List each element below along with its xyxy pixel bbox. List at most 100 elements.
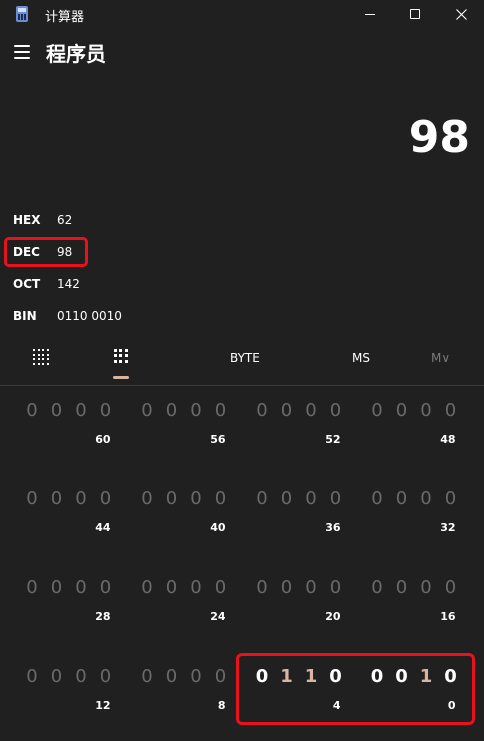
bit-toggle[interactable]: 0: [304, 577, 318, 598]
bit-position-label: 20: [325, 610, 341, 623]
bit-toggle[interactable]: 0: [280, 577, 294, 598]
bit-toggle[interactable]: 0: [189, 666, 203, 687]
bit-toggle[interactable]: 0: [395, 577, 409, 598]
dec-highlight-box: [4, 237, 88, 267]
hamburger-menu-icon: [14, 45, 30, 47]
maximize-icon: [410, 9, 420, 19]
divider: [0, 385, 484, 386]
bit-toggle[interactable]: 0: [419, 577, 433, 598]
close-button[interactable]: [438, 0, 484, 28]
bit-toggle[interactable]: 0: [395, 400, 409, 421]
bit-toggle[interactable]: 0: [280, 400, 294, 421]
bit-toggle[interactable]: 0: [165, 488, 179, 509]
bit-toggle[interactable]: 0: [140, 488, 154, 509]
bit-toggle[interactable]: 0: [304, 400, 318, 421]
bit-toggle[interactable]: 0: [419, 488, 433, 509]
bit-toggle[interactable]: 0: [329, 400, 343, 421]
bit-position-label: 44: [95, 521, 111, 534]
bit-position-label: 28: [95, 610, 111, 623]
bit-position-label: 36: [325, 521, 341, 534]
mode-title: 程序员: [46, 42, 106, 66]
maximize-button[interactable]: [392, 0, 438, 28]
bit-position-label: 48: [440, 433, 456, 446]
bit-toggle[interactable]: 0: [74, 577, 88, 598]
bit-toggle[interactable]: 0: [214, 666, 228, 687]
bit-toggle[interactable]: 0: [214, 488, 228, 509]
bit-toggle[interactable]: 0: [50, 666, 64, 687]
bit-toggle[interactable]: 0: [165, 666, 179, 687]
memory-menu-button[interactable]: M∨: [431, 351, 450, 365]
bit-toggle[interactable]: 0: [50, 488, 64, 509]
result-display: 98: [408, 112, 470, 163]
radix-value: 142: [57, 277, 80, 291]
app-title: 计算器: [45, 10, 85, 25]
word-size-button[interactable]: BYTE: [230, 351, 260, 365]
bit-toggle[interactable]: 0: [140, 400, 154, 421]
low-byte-highlight-box: [236, 653, 475, 725]
bit-toggle[interactable]: 0: [25, 577, 39, 598]
bit-toggle[interactable]: 0: [140, 666, 154, 687]
radix-row-oct[interactable]: OCT 142: [0, 269, 300, 301]
bit-toggle[interactable]: 0: [255, 577, 269, 598]
bit-position-label: 12: [95, 699, 111, 712]
bit-toggle[interactable]: 0: [444, 488, 458, 509]
bit-toggle[interactable]: 0: [74, 400, 88, 421]
radix-row-hex[interactable]: HEX 62: [0, 205, 300, 237]
hamburger-line: [14, 57, 30, 59]
radix-row-bin[interactable]: BIN 0110 0010: [0, 301, 300, 333]
bit-position-label: 8: [217, 699, 226, 712]
bit-toggling-keypad-icon[interactable]: [114, 349, 128, 363]
bit-toggle[interactable]: 0: [189, 400, 203, 421]
radix-name: HEX: [13, 213, 41, 227]
bit-toggle[interactable]: 0: [25, 400, 39, 421]
selected-tab-indicator: [113, 376, 129, 379]
close-icon: [455, 8, 467, 20]
bit-toggle[interactable]: 0: [444, 400, 458, 421]
bit-toggle[interactable]: 0: [370, 577, 384, 598]
bit-toggle[interactable]: 0: [370, 400, 384, 421]
bit-toggle[interactable]: 0: [74, 666, 88, 687]
radix-value: 0110 0010: [57, 309, 122, 323]
bit-toggle[interactable]: 0: [189, 488, 203, 509]
hamburger-menu-button[interactable]: [8, 38, 36, 66]
radix-name: BIN: [13, 309, 37, 323]
bit-toggle[interactable]: 0: [25, 488, 39, 509]
minimize-button[interactable]: [347, 0, 393, 28]
calculator-icon: [16, 6, 28, 22]
bit-toggle[interactable]: 0: [50, 400, 64, 421]
memory-store-button[interactable]: MS: [352, 351, 370, 365]
bit-toggle[interactable]: 0: [419, 400, 433, 421]
bit-toggle[interactable]: 0: [165, 577, 179, 598]
bit-toggle[interactable]: 0: [329, 488, 343, 509]
title-bar: 计算器: [0, 0, 484, 28]
bit-toggle[interactable]: 0: [214, 577, 228, 598]
bit-toggle[interactable]: 0: [214, 400, 228, 421]
bit-position-label: 32: [440, 521, 456, 534]
bit-position-label: 24: [210, 610, 226, 623]
bit-toggle[interactable]: 0: [370, 488, 384, 509]
bit-toggle[interactable]: 0: [329, 577, 343, 598]
bit-toggle[interactable]: 0: [395, 488, 409, 509]
bit-toggle[interactable]: 0: [50, 577, 64, 598]
radix-value: 62: [57, 213, 73, 227]
minimize-icon: [365, 13, 375, 15]
bit-position-label: 40: [210, 521, 226, 534]
bit-toggle[interactable]: 0: [99, 400, 113, 421]
bit-toggle[interactable]: 0: [255, 488, 269, 509]
bit-toggle[interactable]: 0: [99, 488, 113, 509]
bit-position-label: 52: [325, 433, 341, 446]
bit-toggle[interactable]: 0: [99, 577, 113, 598]
bit-toggle[interactable]: 0: [280, 488, 294, 509]
radix-name: OCT: [13, 277, 41, 291]
bit-toggle[interactable]: 0: [99, 666, 113, 687]
bit-toggle[interactable]: 0: [74, 488, 88, 509]
bit-toggle[interactable]: 0: [255, 400, 269, 421]
bit-toggle[interactable]: 0: [304, 488, 318, 509]
bit-toggle[interactable]: 0: [25, 666, 39, 687]
bit-toggle[interactable]: 0: [165, 400, 179, 421]
bit-position-label: 56: [210, 433, 226, 446]
bit-toggle[interactable]: 0: [140, 577, 154, 598]
bit-toggle[interactable]: 0: [189, 577, 203, 598]
bit-toggle[interactable]: 0: [444, 577, 458, 598]
full-keypad-icon[interactable]: [33, 349, 49, 365]
